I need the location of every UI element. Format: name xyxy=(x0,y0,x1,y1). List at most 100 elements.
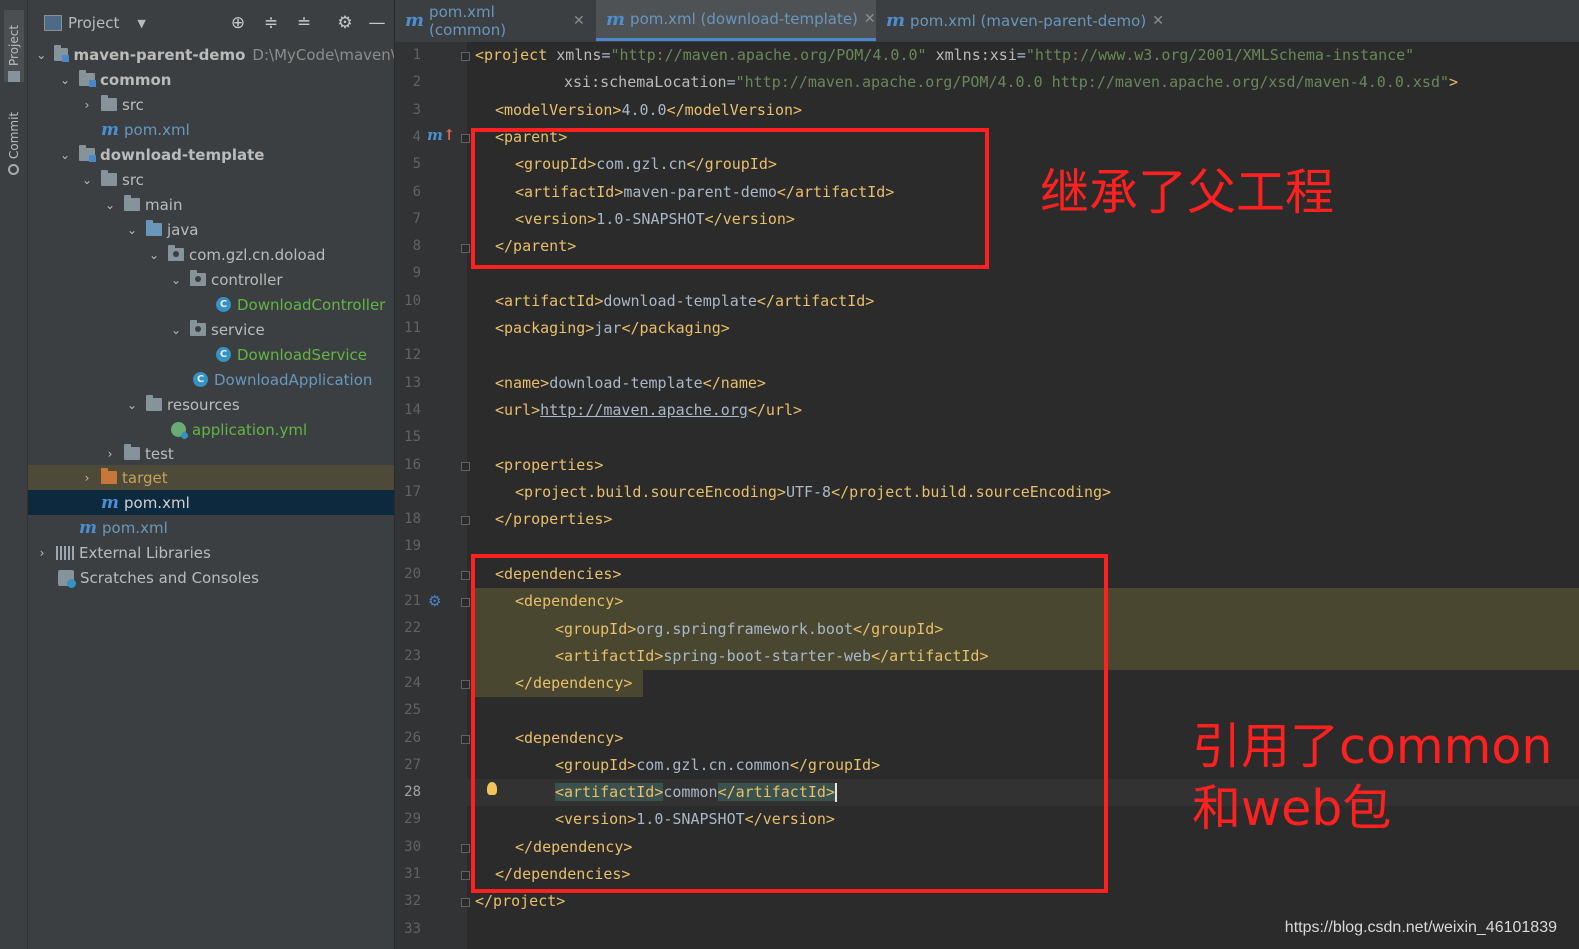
xml-attr-value: "http://maven.apache.org/POM/4.0.0" xyxy=(610,46,927,64)
folder-icon xyxy=(101,170,117,186)
tree-item-download-template-pom[interactable]: m pom.xml xyxy=(28,490,394,515)
line-number: 30 xyxy=(404,839,421,855)
package-icon xyxy=(190,270,206,286)
tab-pom-download-template[interactable]: m pom.xml (download-template) ✕ xyxy=(596,0,876,41)
commit-tool-tab[interactable]: Commit xyxy=(4,100,24,175)
chevron-down-icon: ⌄ xyxy=(170,272,182,287)
fold-icon[interactable] xyxy=(461,598,470,607)
line-number: 20 xyxy=(404,566,421,582)
code-line-18: </properties> xyxy=(495,510,613,528)
library-icon xyxy=(56,545,74,560)
url-link[interactable]: http://maven.apache.org xyxy=(540,401,748,419)
artifactid-value: download-template xyxy=(603,292,757,310)
tab-pom-maven-parent-demo[interactable]: m pom.xml (maven-parent-demo) ✕ xyxy=(876,0,1176,41)
expand-all-icon[interactable]: ≑ xyxy=(261,13,281,33)
tree-item-common-src[interactable]: › src xyxy=(28,92,394,117)
close-icon[interactable]: ✕ xyxy=(1152,13,1164,29)
chevron-down-icon: ⌄ xyxy=(148,247,160,262)
locate-icon[interactable]: ⊕ xyxy=(228,13,248,33)
project-icon xyxy=(44,15,62,31)
tree-item-download-controller[interactable]: C DownloadController xyxy=(28,292,394,317)
chevron-down-icon: ⌄ xyxy=(59,147,71,162)
tree-item-label: pom.xml xyxy=(124,493,190,512)
tree-item-test[interactable]: › test xyxy=(28,441,394,466)
tree-item-download-template[interactable]: ⌄ download-template xyxy=(28,142,394,167)
maven-parent-icon[interactable]: m↑ xyxy=(427,126,455,144)
tree-item-target[interactable]: › target xyxy=(28,465,394,490)
tree-item-download-application[interactable]: C DownloadApplication xyxy=(28,367,394,392)
fold-icon[interactable] xyxy=(461,898,470,907)
tree-item-application-yml[interactable]: application.yml xyxy=(28,417,394,442)
line-number: 8 xyxy=(412,238,421,254)
close-icon[interactable]: ✕ xyxy=(864,11,876,27)
code-line-17: <project.build.sourceEncoding>UTF-8</pro… xyxy=(515,483,1112,501)
project-tool-tab[interactable]: Project xyxy=(4,10,24,82)
parent-annotation-text: 继承了父工程 xyxy=(1040,164,1335,221)
fold-icon[interactable] xyxy=(461,244,470,253)
tree-item-java[interactable]: ⌄ java xyxy=(28,217,394,242)
tree-item-maven-parent-demo[interactable]: ⌄ maven-parent-demo D:\MyCode\maven\r xyxy=(28,42,394,67)
fold-icon[interactable] xyxy=(461,52,470,61)
tree-item-label: java xyxy=(167,220,199,239)
tool-window-strip: Project Commit xyxy=(0,0,28,949)
folder-icon xyxy=(8,71,20,82)
line-number: 7 xyxy=(412,211,421,227)
chevron-down-icon: ⌄ xyxy=(104,197,116,212)
line-number: 25 xyxy=(404,702,421,718)
tree-item-controller[interactable]: ⌄ controller xyxy=(28,267,394,292)
tab-label: pom.xml (download-template) xyxy=(630,10,858,28)
line-number: 16 xyxy=(404,457,421,473)
resources-folder-icon xyxy=(146,395,162,411)
dependency-icon[interactable]: ⚙ xyxy=(428,592,441,610)
line-number: 12 xyxy=(404,347,421,363)
chevron-right-icon: › xyxy=(107,446,113,461)
fold-icon[interactable] xyxy=(461,571,470,580)
xml-attr-value: "http://maven.apache.org/POM/4.0.0 http:… xyxy=(735,73,1450,91)
chevron-down-icon: ⌄ xyxy=(59,72,71,87)
tree-item-scratches[interactable]: Scratches and Consoles xyxy=(28,565,394,590)
fold-icon[interactable] xyxy=(461,871,470,880)
project-view-selector[interactable]: Project ▼ xyxy=(44,14,146,32)
close-icon[interactable]: ✕ xyxy=(573,13,585,29)
folder-icon xyxy=(124,195,140,211)
name-value: download-template xyxy=(549,374,703,392)
model-version-value: 4.0.0 xyxy=(621,101,667,119)
tree-item-download-service[interactable]: C DownloadService xyxy=(28,342,394,367)
tree-item-root-pom[interactable]: m pom.xml xyxy=(28,515,394,540)
line-number: 3 xyxy=(412,102,421,118)
line-number: 9 xyxy=(412,265,421,281)
line-number: 19 xyxy=(404,538,421,554)
tree-item-package[interactable]: ⌄ com.gzl.cn.doload xyxy=(28,242,394,267)
gear-icon[interactable]: ⚙ xyxy=(335,13,355,33)
tree-item-label: test xyxy=(145,444,174,463)
hide-icon[interactable]: — xyxy=(367,13,387,33)
fold-icon[interactable] xyxy=(461,134,470,143)
tree-item-common-pom[interactable]: m pom.xml xyxy=(28,117,394,142)
fold-icon[interactable] xyxy=(461,516,470,525)
xml-attr: xsi:schemaLocation xyxy=(564,73,727,91)
tab-label: pom.xml (maven-parent-demo) xyxy=(910,11,1147,30)
collapse-all-icon[interactable]: ≐ xyxy=(294,13,314,33)
tree-item-main[interactable]: ⌄ main xyxy=(28,192,394,217)
fold-icon[interactable] xyxy=(461,680,470,689)
line-number: 23 xyxy=(404,648,421,664)
tree-item-resources[interactable]: ⌄ resources xyxy=(28,392,394,417)
tree-item-label: application.yml xyxy=(192,420,308,439)
tree-item-src[interactable]: ⌄ src xyxy=(28,167,394,192)
fold-icon[interactable] xyxy=(461,462,470,471)
tree-item-label: Scratches and Consoles xyxy=(80,568,259,587)
fold-icon[interactable] xyxy=(461,844,470,853)
chevron-down-icon: ⌄ xyxy=(81,172,93,187)
line-number: 14 xyxy=(404,402,421,418)
tree-item-common[interactable]: ⌄ common xyxy=(28,67,394,92)
line-number: 17 xyxy=(404,484,421,500)
watermark: https://blog.csdn.net/weixin_46101839 xyxy=(1284,919,1557,936)
tab-pom-common[interactable]: m pom.xml (common) ✕ xyxy=(395,0,595,41)
class-icon: C xyxy=(216,297,231,312)
tree-item-external-libraries[interactable]: › External Libraries xyxy=(28,540,394,565)
tree-item-label: DownloadService xyxy=(237,345,367,364)
code-editor[interactable]: 1 2 3 4 5 6 7 8 9 10 11 12 13 14 15 16 17 18 19 20 21 22 23 24 2… xyxy=(395,42,1579,949)
fold-icon[interactable] xyxy=(461,735,470,744)
code-line-16: <properties> xyxy=(495,456,604,474)
tree-item-service[interactable]: ⌄ service xyxy=(28,317,394,342)
